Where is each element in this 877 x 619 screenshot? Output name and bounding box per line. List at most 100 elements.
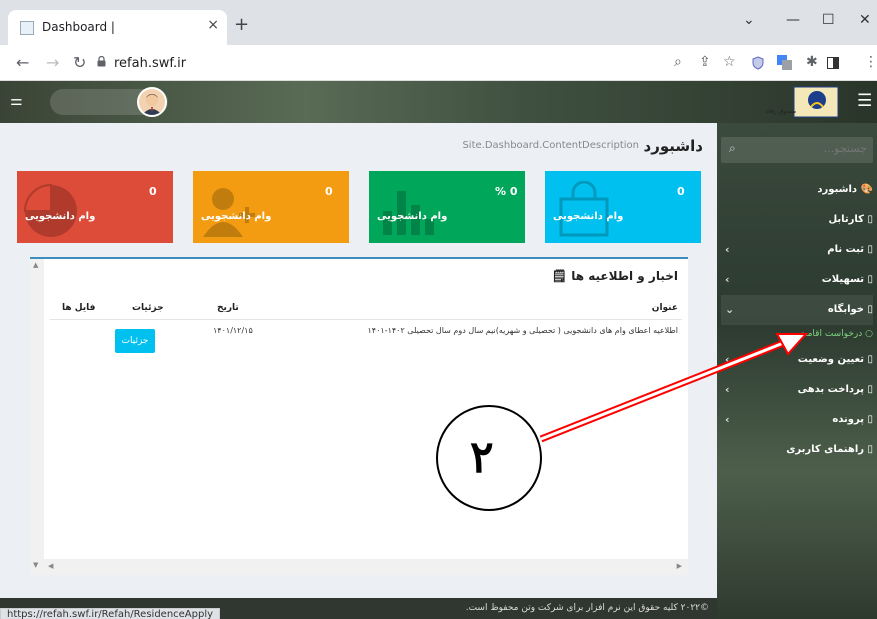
panel-title: 🗒 اخبار و اطلاعیه ها: [552, 269, 678, 283]
annotation-number: ۲: [470, 432, 494, 483]
chevron-down-icon: ⌄: [725, 303, 735, 316]
sidebar-item-user-guide[interactable]: ▯ راهنمای کاربری: [721, 435, 873, 465]
user-add-icon: [203, 188, 255, 237]
page-favicon-icon: [20, 21, 34, 35]
page-title: داشبورد: [643, 137, 703, 155]
forward-icon[interactable]: →: [46, 53, 59, 72]
minimize-button[interactable]: —: [786, 12, 800, 28]
sidebar-item-dormitory[interactable]: ▯ خوابگاه ⌄: [721, 295, 873, 325]
sidebar-item-label: پرداخت بدهی: [797, 384, 865, 395]
page-description: Site.Dashboard.ContentDescription: [462, 140, 639, 151]
vertical-scrollbar[interactable]: ▲ ▼: [30, 259, 44, 575]
close-window-button[interactable]: ✕: [859, 12, 871, 28]
column-header-files: فایل ها: [62, 303, 96, 313]
tab-search-dropdown-icon[interactable]: ⌄: [743, 12, 755, 28]
chevron-right-icon: ›: [725, 243, 730, 256]
sidebar-item-label: تسهیلات: [821, 274, 865, 285]
address-bar-row: ← → ↻ refah.swf.ir ⌕ ⇪ ☆ ✱ ⋮: [0, 45, 877, 81]
lock-icon[interactable]: [97, 56, 106, 67]
info-box-loan[interactable]: 0 وام دانشجویی: [17, 171, 173, 243]
palette-icon: 🎨: [857, 184, 873, 195]
main-content: داشبورد Site.Dashboard.ContentDescriptio…: [0, 123, 717, 598]
share-icon[interactable]: ⇪: [699, 54, 711, 70]
sidebar-item-cartable[interactable]: ▯ کارتابل: [721, 205, 873, 235]
square-icon: ▯: [864, 414, 873, 425]
info-box-value: 0: [149, 185, 157, 198]
info-box-loan[interactable]: 0 وام دانشجویی: [193, 171, 349, 243]
chevron-right-icon: ›: [725, 413, 730, 426]
app-top-navbar: ⚌ صندوق رفاه ☰: [0, 81, 877, 123]
square-icon: ▯: [864, 214, 873, 225]
column-header-details: جزئیات: [132, 303, 164, 313]
browser-tab-strip: Dashboard | × + ⌄ — ☐ ✕: [0, 0, 877, 45]
menu-kebab-icon[interactable]: ⋮: [864, 54, 877, 70]
square-icon: ▯: [864, 274, 873, 285]
info-box-loan[interactable]: 0 وام دانشجویی: [545, 171, 701, 243]
shield-extension-icon[interactable]: [752, 56, 764, 70]
info-box-label: وام دانشجویی: [25, 211, 96, 222]
sidepanel-icon[interactable]: [827, 57, 839, 69]
translate-extension-icon[interactable]: [777, 55, 792, 70]
bar-chart-icon: [383, 191, 434, 235]
hamburger-icon[interactable]: ☰: [857, 91, 872, 111]
browser-tab[interactable]: Dashboard | ×: [8, 10, 227, 45]
sidebar-item-label: داشبورد: [817, 184, 858, 195]
bookmark-star-icon[interactable]: ☆: [723, 54, 736, 70]
news-row-title: اطلاعیه اعطای وام های دانشجویی ( تحصیلی …: [367, 326, 678, 335]
new-tab-button[interactable]: +: [234, 14, 249, 35]
sidebar-item-label: راهنمای کاربری: [786, 444, 865, 455]
info-box-label: وام دانشجویی: [377, 211, 448, 222]
footer-copyright: ©۲۰۲۲ کلیه حقوق این نرم افزار برای شرکت …: [465, 603, 709, 613]
square-icon: ▯: [864, 444, 873, 455]
puzzle-extensions-icon[interactable]: ✱: [806, 54, 818, 70]
square-icon: ▯: [864, 354, 873, 365]
chevron-right-icon: ›: [725, 273, 730, 286]
sidebar-item-label: تعیین وضعیت: [797, 354, 865, 365]
sidebar-item-facilities[interactable]: ▯ تسهیلات ›: [721, 265, 873, 295]
sidebar-item-label: خوابگاه: [827, 304, 865, 315]
search-input[interactable]: [757, 142, 867, 155]
column-header-date: تاریخ: [217, 303, 239, 313]
sidebar-item-registration[interactable]: ▯ ثبت نام ›: [721, 235, 873, 265]
sidebar-subitem-label: درخواست اقامت: [798, 329, 863, 339]
sidebar-item-label: کارتابل: [828, 214, 865, 225]
chevron-right-icon: ›: [725, 383, 730, 396]
url-field[interactable]: refah.swf.ir: [114, 56, 186, 71]
info-box-label: وام دانشجویی: [201, 211, 272, 222]
sidebar-item-debt-payment[interactable]: ▯ پرداخت بدهی ›: [721, 375, 873, 405]
sidebar-item-label: ثبت نام: [827, 244, 865, 255]
horizontal-scrollbar[interactable]: ◀ ▶: [44, 559, 688, 575]
tab-close-icon[interactable]: ×: [207, 17, 219, 33]
news-panel: ▲ ▼ 🗒 اخبار و اطلاعیه ها عنوان تاریخ جزئ…: [30, 257, 688, 575]
back-icon[interactable]: ←: [16, 53, 29, 72]
search-icon[interactable]: ⌕: [729, 141, 736, 156]
organization-logo: صندوق رفاه: [766, 86, 839, 118]
sidebar-item-status[interactable]: ▯ تعیین وضعیت ›: [721, 345, 873, 375]
avatar[interactable]: [137, 87, 167, 117]
maximize-button[interactable]: ☐: [822, 12, 835, 28]
info-box-loan[interactable]: % 0 وام دانشجویی: [369, 171, 525, 243]
square-icon: ▯: [864, 384, 873, 395]
square-icon: ▯: [864, 244, 873, 255]
circle-icon: ○: [862, 329, 873, 339]
sidebar-item-file[interactable]: ▯ پرونده ›: [721, 405, 873, 435]
info-box-label: وام دانشجویی: [553, 211, 624, 222]
svg-text:صندوق رفاه: صندوق رفاه: [766, 108, 796, 115]
sidebar: ⌕ 🎨 داشبورد ▯ کارتابل ▯ ثبت نام › ▯ تسهی…: [717, 123, 877, 619]
sidebar-item-dashboard[interactable]: 🎨 داشبورد: [721, 175, 873, 205]
web-page: ⚌ صندوق رفاه ☰ داشبورد Site.Dashboard.Co…: [0, 81, 877, 619]
table-divider: [50, 319, 682, 320]
column-header-title: عنوان: [651, 303, 678, 313]
zoom-icon[interactable]: ⌕: [674, 54, 682, 70]
news-title-text: اخبار و اطلاعیه ها: [571, 269, 678, 283]
sidebar-subitem-residence-apply[interactable]: ○ درخواست اقامت: [721, 325, 873, 347]
tab-title: Dashboard |: [42, 20, 115, 34]
sliders-icon[interactable]: ⚌: [10, 93, 23, 109]
info-box-value: % 0: [495, 185, 518, 198]
details-button[interactable]: جزئیات: [115, 329, 155, 353]
sidebar-item-label: پرونده: [832, 414, 865, 425]
link-hover-status: https://refah.swf.ir/Refah/ResidenceAppl…: [0, 608, 221, 619]
sidebar-search: ⌕: [721, 137, 873, 163]
square-icon: ▯: [864, 304, 873, 315]
reload-icon[interactable]: ↻: [73, 53, 86, 72]
